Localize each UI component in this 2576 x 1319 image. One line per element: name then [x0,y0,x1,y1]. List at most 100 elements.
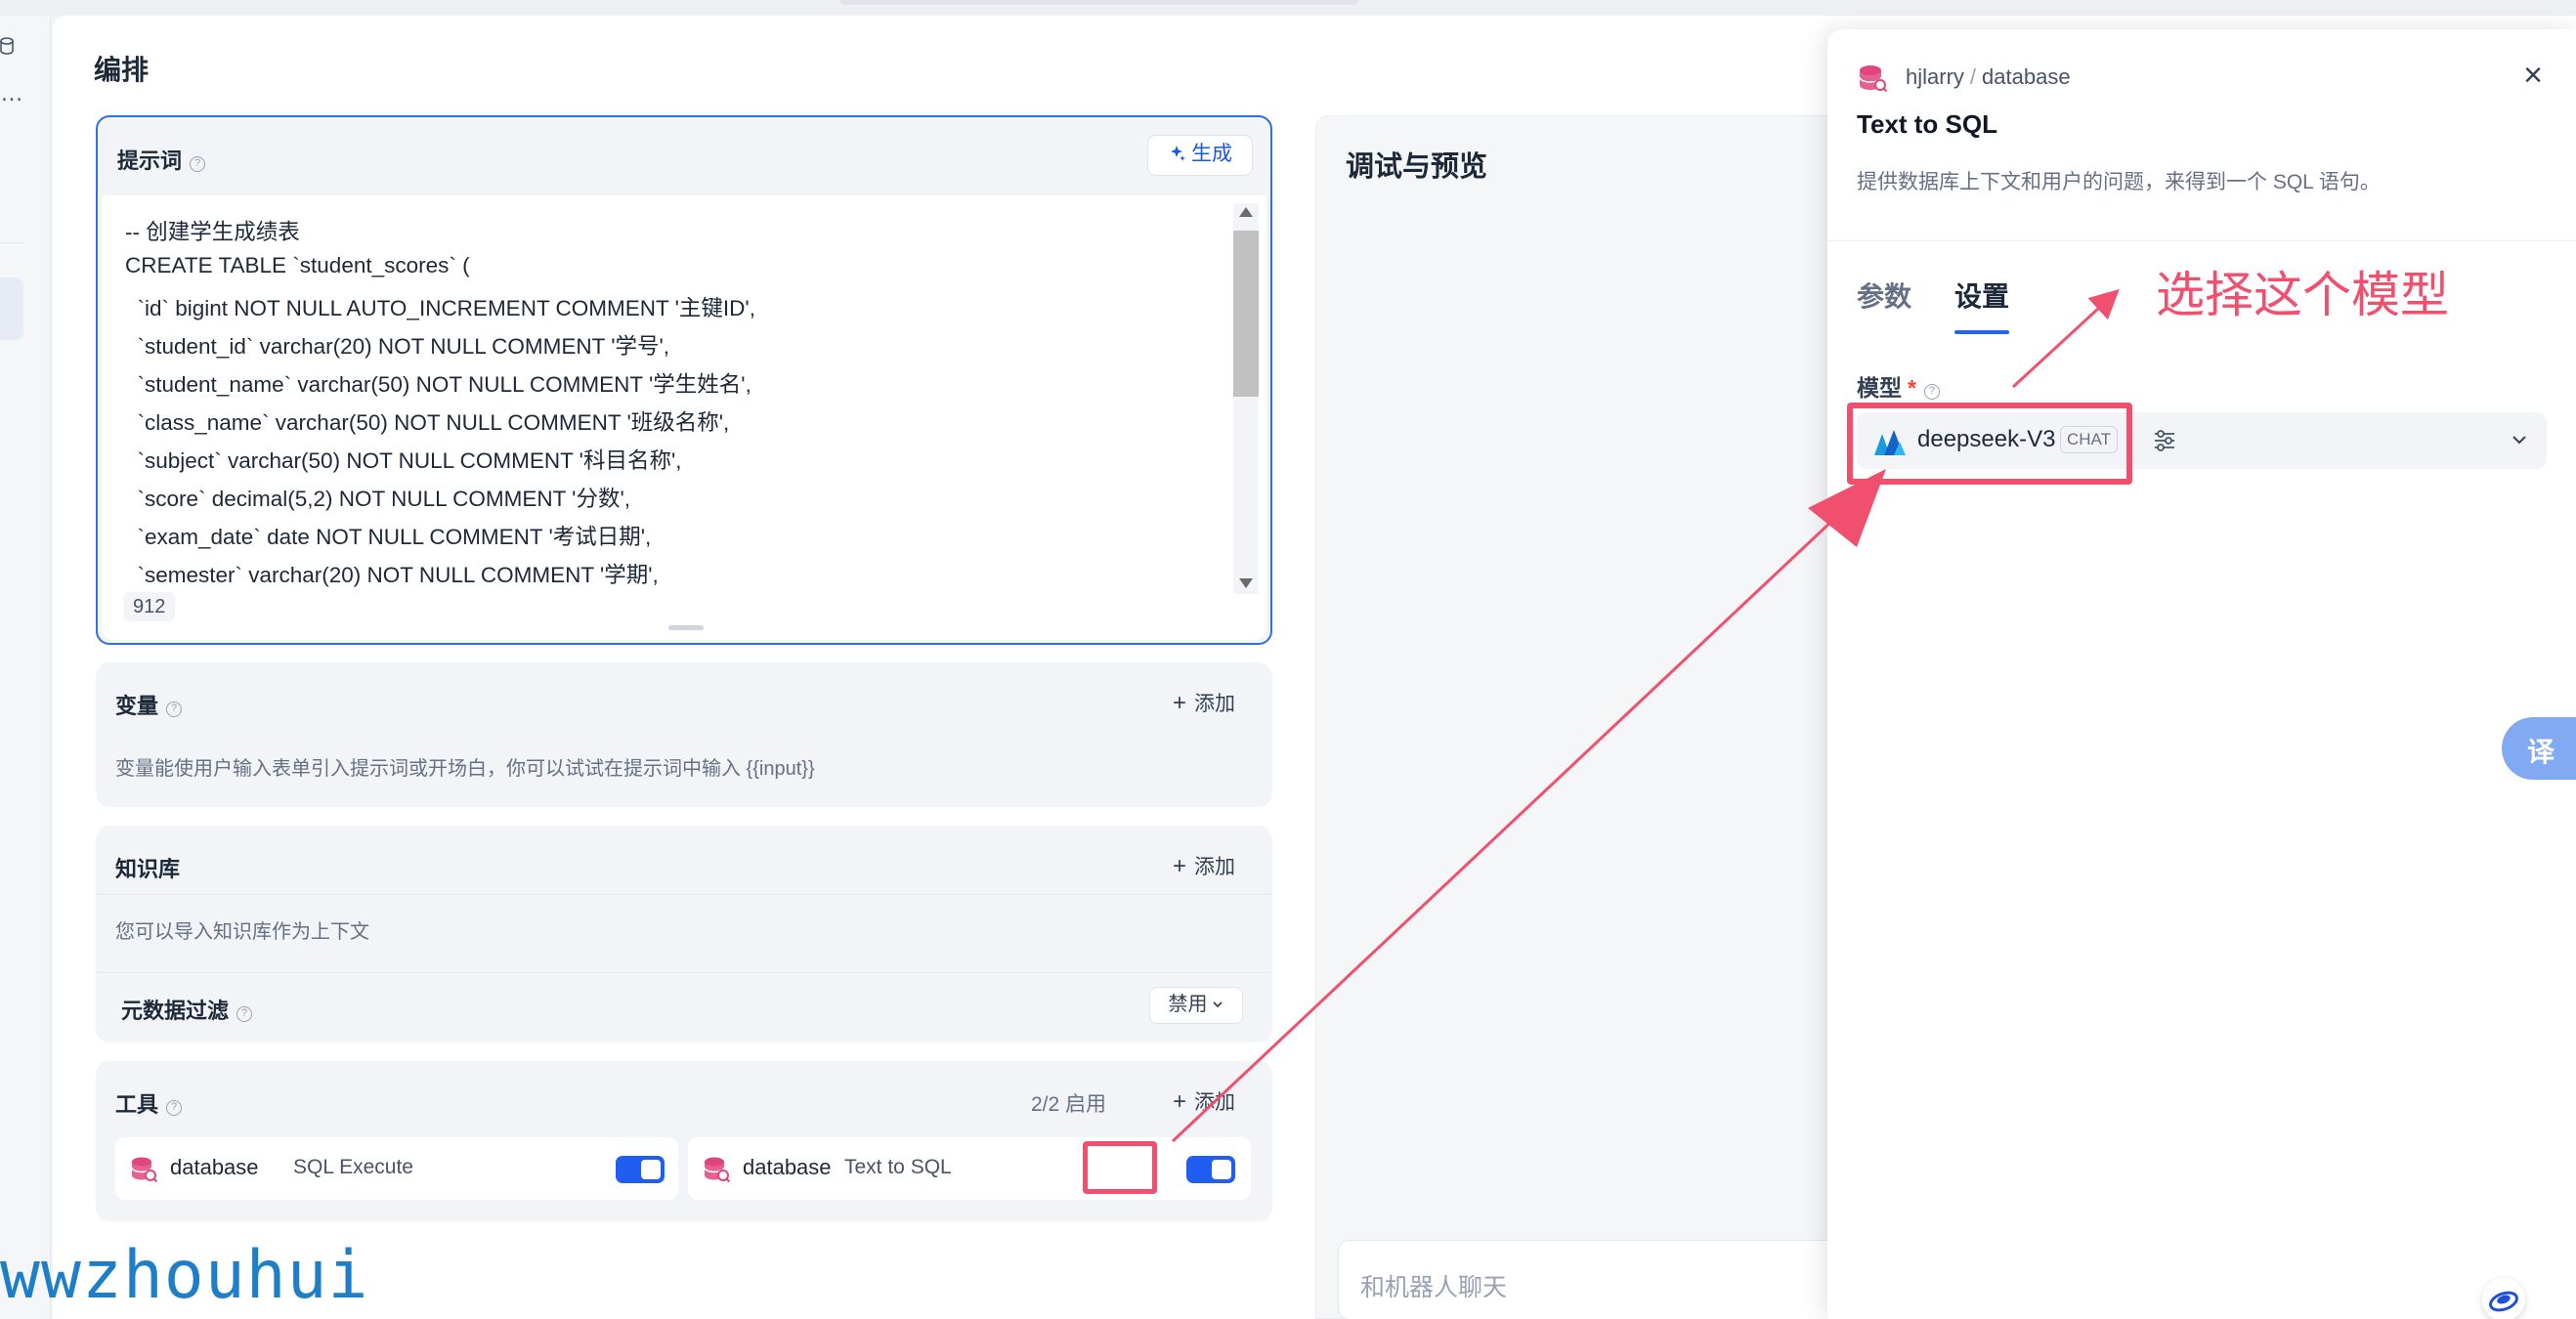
database-tool-icon [131,1157,158,1183]
plus-icon: + [1172,1088,1186,1115]
add-tool-button[interactable]: + 添加 [1173,1086,1235,1116]
tool-name: Text to SQL [844,1156,952,1178]
divider [96,972,1272,973]
code-line: `score` decimal(5,2) NOT NULL COMMENT '分… [125,487,631,511]
help-icon[interactable]: ? [166,1100,183,1116]
page-title: 编排 [94,55,150,85]
top-handle [840,0,1358,5]
debug-title: 调试与预览 [1346,151,1488,183]
metadata-filter-label: 元数据过滤? [121,994,253,1025]
annotation-text: 选择这个模型 [2156,267,2449,323]
add-variable-button[interactable]: + 添加 [1173,688,1235,717]
prompt-editor[interactable]: -- 创建学生成绩表 CREATE TABLE `student_scores`… [102,195,1267,640]
scroll-down-icon[interactable] [1239,578,1253,588]
variables-description: 变量能使用户输入表单引入提示词或开场白，你可以试试在提示词中输入 {{input… [115,758,815,780]
translate-label: 译 [2527,737,2555,767]
help-icon[interactable]: ? [236,1006,253,1022]
tools-enabled-count: 2/2 启用 [1030,1093,1106,1116]
annotation-highlight-settings [1083,1141,1157,1194]
drawer-title: Text to SQL [1857,109,1997,139]
plus-icon: + [1172,853,1186,879]
model-label-text: 模型 [1857,375,1902,401]
prompt-title-text: 提示词 [117,149,183,173]
tab-params[interactable]: 参数 [1857,276,1911,315]
metadata-filter-value: 禁用 [1168,994,1208,1015]
code-line: `student_name` varchar(50) NOT NULL COMM… [125,372,751,397]
code-line: `id` bigint NOT NULL AUTO_INCREMENT COMM… [125,296,755,320]
code-line: -- 创建学生成绩表 [125,220,300,244]
add-label: 添加 [1194,856,1235,878]
code-line: `semester` varchar(20) NOT NULL COMMENT … [125,563,659,587]
generate-button[interactable]: 生成 [1147,135,1253,176]
char-count-badge: 912 [123,592,176,621]
tool-provider: database [170,1155,259,1179]
watermark: wwzhouhui [0,1237,369,1314]
toggle-knob [1212,1160,1231,1179]
required-mark: * [1908,375,1916,401]
add-knowledge-button[interactable]: + 添加 [1173,851,1235,880]
rail-selected-item[interactable] [0,277,23,340]
breadcrumb-user[interactable]: hjlarry [1906,64,1964,89]
prompt-title: 提示词? [117,144,206,175]
resize-handle[interactable] [668,625,704,630]
help-icon[interactable]: ? [190,156,206,172]
prompt-card: 提示词? 生成 -- 创建学生成绩表 CREATE TABLE `student… [96,115,1272,645]
tool-toggle[interactable] [1186,1156,1235,1183]
scroll-up-icon[interactable] [1239,207,1253,217]
variables-title: 变量? [115,689,183,720]
close-icon[interactable]: × [2523,57,2543,95]
generate-label: 生成 [1191,143,1232,165]
chevron-down-icon[interactable] [2508,428,2531,451]
database-tool-icon [704,1157,731,1183]
code-line: `exam_date` date NOT NULL COMMENT '考试日期'… [125,525,652,549]
scrollbar-thumb[interactable] [1233,231,1259,397]
tool-item-text-to-sql[interactable]: database Text to SQL [688,1137,1251,1200]
chat-placeholder: 和机器人聊天 [1360,1274,1508,1301]
editor-scrollbar[interactable] [1233,203,1259,594]
divider [96,894,1272,895]
help-icon[interactable]: ? [1923,384,1940,400]
knowledge-title: 知识库 [115,857,181,881]
left-rail: … [0,16,51,1319]
active-tab-indicator [1954,330,2009,334]
tab-settings[interactable]: 设置 [1954,276,2009,315]
rail-divider [0,242,23,243]
metadata-filter-text: 元数据过滤 [121,999,230,1023]
top-strip [0,0,2576,16]
code-line: CREATE TABLE `student_scores` ( [125,253,470,277]
tool-settings-drawer: hjlarry / database × Text to SQL 提供数据库上下文和… [1827,29,2576,1319]
translate-button[interactable]: 译 [2502,717,2576,780]
annotation-highlight-model [1847,403,2132,485]
tools-title: 工具? [115,1087,183,1119]
breadcrumb-separator: / [1969,64,1977,89]
variables-title-text: 变量 [115,694,159,718]
code-line: `subject` varchar(50) NOT NULL COMMENT '… [125,448,682,473]
database-icon [1859,65,1888,93]
code-line: `student_id` varchar(20) NOT NULL COMMEN… [125,334,670,359]
tools-title-text: 工具 [115,1092,159,1117]
sliders-icon[interactable] [2152,428,2177,453]
assistant-icon[interactable] [2482,1278,2525,1319]
variables-card: 变量? + 添加 变量能使用户输入表单引入提示词或开场白，你可以试试在提示词中输入… [96,662,1272,807]
breadcrumb-provider[interactable]: database [1982,64,2071,89]
tool-provider: database [743,1155,832,1179]
database-rail-icon[interactable] [0,37,14,57]
code-line: `class_name` varchar(50) NOT NULL COMMEN… [125,410,730,435]
knowledge-card: 知识库 + 添加 您可以导入知识库作为上下文 元数据过滤? 禁用 [96,826,1272,1042]
chevron-down-icon [1212,1001,1223,1008]
help-icon[interactable]: ? [166,702,183,717]
breadcrumb: hjlarry / database [1906,64,2071,90]
tool-item-sql-execute[interactable]: database SQL Execute [115,1137,678,1200]
add-label: 添加 [1194,1091,1235,1114]
model-field-label: 模型 *? [1857,369,1940,403]
drawer-description: 提供数据库上下文和用户的问题，来得到一个 SQL 语句。 [1857,171,2381,193]
sparkle-icon [1171,146,1185,161]
tool-toggle[interactable] [616,1156,665,1183]
more-icon[interactable]: … [0,82,23,106]
knowledge-description: 您可以导入知识库作为上下文 [115,921,369,943]
tool-name: SQL Execute [293,1156,413,1178]
toggle-knob [641,1160,661,1179]
metadata-filter-select[interactable]: 禁用 [1149,987,1243,1024]
add-label: 添加 [1194,693,1235,715]
plus-icon: + [1172,690,1186,716]
